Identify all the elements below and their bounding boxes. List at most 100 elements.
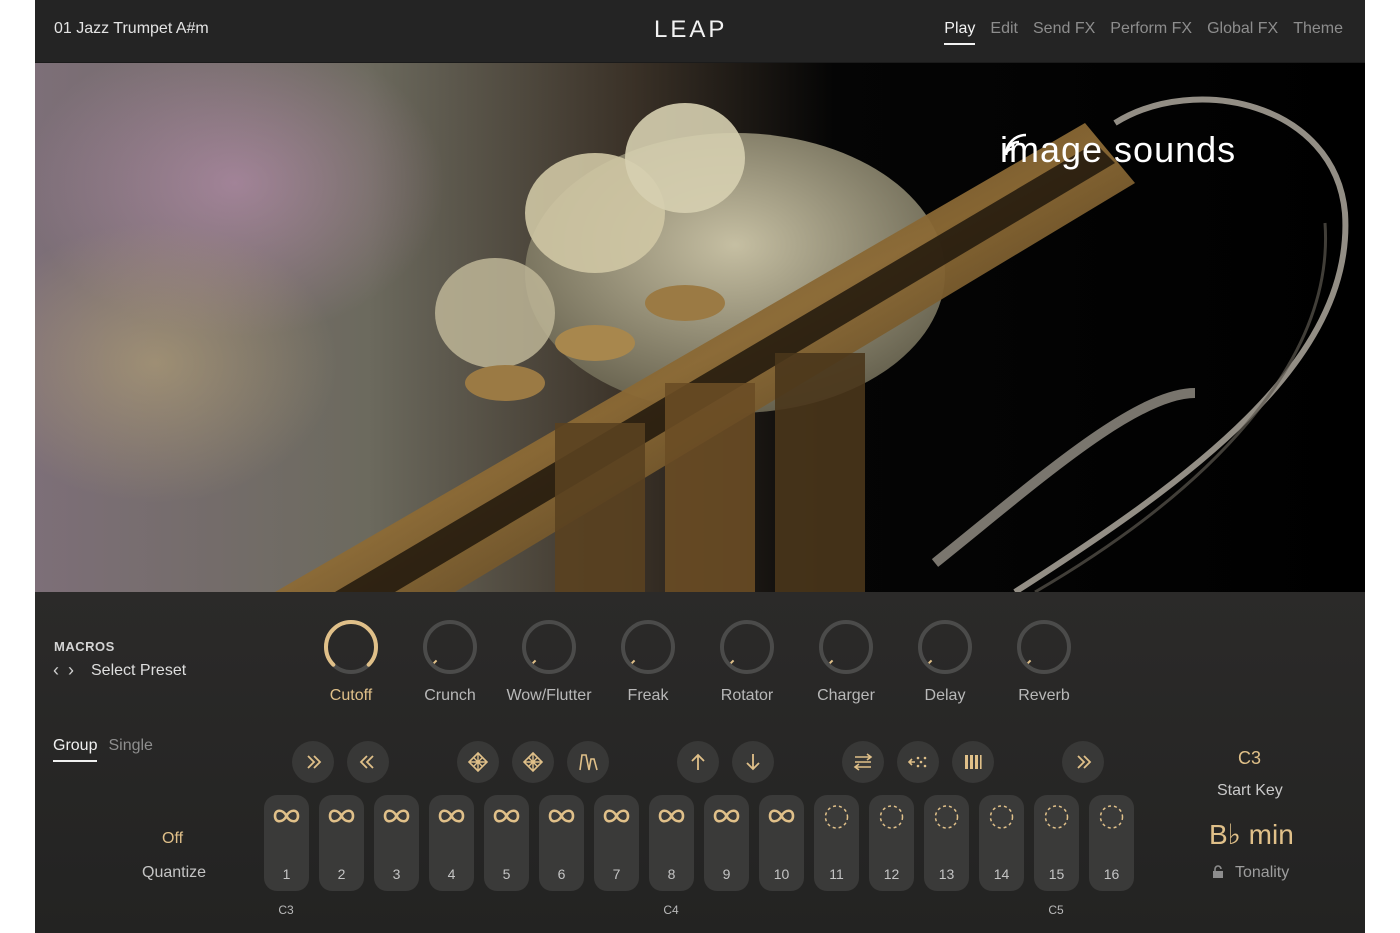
pad-5[interactable]: 5 <box>484 795 529 891</box>
header-bar: 01 Jazz Trumpet A#m LEAP Play Edit Send … <box>35 0 1365 63</box>
loop-icon <box>493 809 520 823</box>
knob-track <box>918 620 972 674</box>
knob-label: Crunch <box>424 687 476 704</box>
pad-9[interactable]: 9 <box>704 795 749 891</box>
slices-button[interactable] <box>952 741 994 783</box>
pad-2[interactable]: 2 <box>319 795 364 891</box>
knob-track <box>720 620 774 674</box>
pad-1[interactable]: 1 <box>264 795 309 891</box>
diamond-grid-icon <box>467 751 489 773</box>
oneshot-icon <box>879 805 904 829</box>
pad-16[interactable]: 16 <box>1089 795 1134 891</box>
oneshot-icon <box>934 805 959 829</box>
knob-track <box>522 620 576 674</box>
loop-icon <box>603 809 630 823</box>
knob-pointer <box>1027 659 1032 664</box>
knob-dial[interactable] <box>718 618 776 676</box>
key-label: C4 <box>663 903 679 917</box>
oneshot-icon <box>824 805 849 829</box>
pad-4[interactable]: 4 <box>429 795 474 891</box>
pad-number: 1 <box>282 866 291 882</box>
knob-pointer <box>631 659 636 664</box>
macro-knob-crunch[interactable]: Crunch <box>400 618 500 705</box>
tab-perform-fx[interactable]: Perform FX <box>1110 20 1192 45</box>
knob-dial[interactable] <box>1015 618 1073 676</box>
pad-7[interactable]: 7 <box>594 795 639 891</box>
tab-single[interactable]: Single <box>108 737 152 762</box>
tab-global-fx[interactable]: Global FX <box>1207 20 1278 45</box>
knob-dial[interactable] <box>421 618 479 676</box>
knob-label: Delay <box>924 687 966 704</box>
pitch-up-button[interactable] <box>677 741 719 783</box>
select-preset-button[interactable]: Select Preset <box>91 662 186 680</box>
knob-dial[interactable] <box>520 618 578 676</box>
swap-direction-button[interactable] <box>842 741 884 783</box>
knob-dial[interactable] <box>322 618 380 676</box>
fast-forward-button[interactable] <box>1062 741 1104 783</box>
mode-tabs: Group Single <box>53 737 153 762</box>
main-nav: Play Edit Send FX Perform FX Global FX T… <box>944 20 1343 45</box>
knob-dial[interactable] <box>619 618 677 676</box>
tab-theme[interactable]: Theme <box>1293 20 1343 45</box>
knob-label: Freak <box>627 687 669 704</box>
macro-knob-cutoff[interactable]: Cutoff <box>301 618 401 705</box>
pad-6[interactable]: 6 <box>539 795 584 891</box>
lock-icon[interactable] <box>1211 865 1225 879</box>
scatter-button[interactable] <box>897 741 939 783</box>
pad-14[interactable]: 14 <box>979 795 1024 891</box>
tab-send-fx[interactable]: Send FX <box>1033 20 1095 45</box>
rewind-icon <box>359 755 374 769</box>
leap-logo: LEAP <box>654 16 728 43</box>
start-key-value[interactable]: C3 <box>1238 748 1261 769</box>
pad-number: 8 <box>667 866 676 882</box>
knob-dial[interactable] <box>916 618 974 676</box>
swap-direction-icon <box>853 753 873 771</box>
quantize-value[interactable]: Off <box>162 830 183 848</box>
pad-number: 6 <box>557 866 566 882</box>
instrument-artwork: image sounds <box>35 63 1365 592</box>
knob-track <box>423 620 477 674</box>
slices-icon <box>965 755 982 769</box>
pad-15[interactable]: 15 <box>1034 795 1079 891</box>
preset-name[interactable]: 01 Jazz Trumpet A#m <box>54 20 209 38</box>
fast-forward-button[interactable] <box>292 741 334 783</box>
chevron-left-icon[interactable]: ‹ <box>53 660 59 680</box>
pitch-down-button[interactable] <box>732 741 774 783</box>
macro-knob-charger[interactable]: Charger <box>796 618 896 705</box>
tab-group[interactable]: Group <box>53 737 98 762</box>
macro-knob-wow-flutter[interactable]: Wow/Flutter <box>499 618 599 705</box>
pad-3[interactable]: 3 <box>374 795 419 891</box>
diamond-grid-button[interactable] <box>457 741 499 783</box>
loop-icon <box>658 809 685 823</box>
chevron-right-icon[interactable]: › <box>68 660 74 680</box>
pad-8[interactable]: 8 <box>649 795 694 891</box>
pad-10[interactable]: 10 <box>759 795 804 891</box>
tab-play[interactable]: Play <box>944 20 976 45</box>
pad-number: 10 <box>773 866 790 882</box>
knob-dial[interactable] <box>817 618 875 676</box>
pad-number: 9 <box>722 866 731 882</box>
pad-number: 12 <box>883 866 900 882</box>
envelope-shape-button[interactable] <box>567 741 609 783</box>
macro-knob-freak[interactable]: Freak <box>598 618 698 705</box>
knob-label: Wow/Flutter <box>506 687 592 704</box>
macro-knob-reverb[interactable]: Reverb <box>994 618 1094 705</box>
knob-label: Reverb <box>1018 687 1070 704</box>
loop-icon <box>713 809 740 823</box>
tab-edit[interactable]: Edit <box>990 20 1018 45</box>
rewind-button[interactable] <box>347 741 389 783</box>
pad-11[interactable]: 11 <box>814 795 859 891</box>
diamond-grid-icon <box>522 751 544 773</box>
pad-13[interactable]: 13 <box>924 795 969 891</box>
pad-number: 14 <box>993 866 1010 882</box>
macro-knob-rotator[interactable]: Rotator <box>697 618 797 705</box>
knob-value-arc <box>324 620 378 667</box>
pad-12[interactable]: 12 <box>869 795 914 891</box>
macro-knob-delay[interactable]: Delay <box>895 618 995 705</box>
sound-waves-icon <box>1004 133 1027 156</box>
loop-icon <box>548 809 575 823</box>
knob-track <box>1017 620 1071 674</box>
diamond-grid-button[interactable] <box>512 741 554 783</box>
tonality-value[interactable]: B♭ min <box>1209 818 1294 851</box>
pad-number: 4 <box>447 866 456 882</box>
